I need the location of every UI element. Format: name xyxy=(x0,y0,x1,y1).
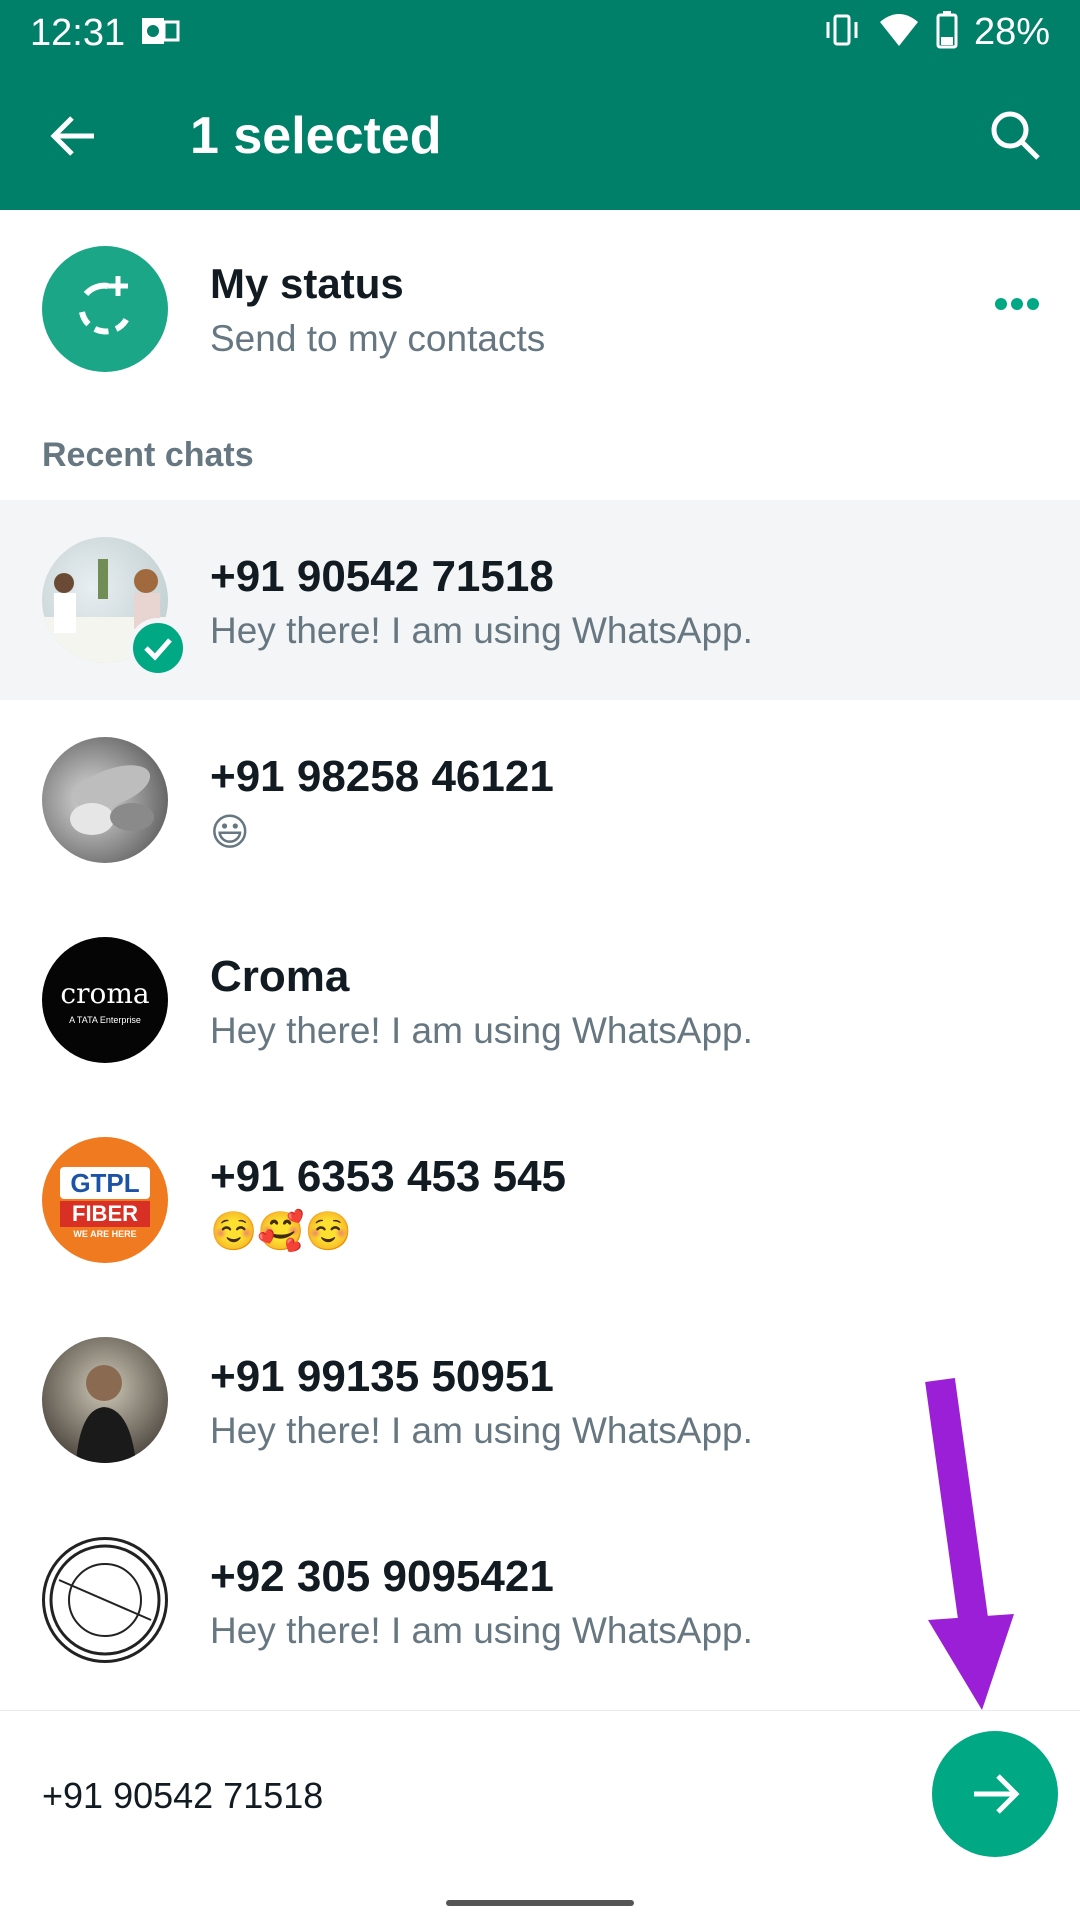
more-options-icon[interactable] xyxy=(994,296,1040,317)
annotation-arrow xyxy=(925,1377,1014,1710)
search-icon[interactable] xyxy=(988,108,1044,164)
qualitaet-stamp-logo xyxy=(42,1537,168,1663)
chat-name: +91 98258 46121 xyxy=(210,752,554,801)
status-bar: 12:31 28% xyxy=(0,0,1080,64)
croma-logo: croma A TATA Enterprise xyxy=(42,937,168,1063)
list-item[interactable]: croma A TATA Enterprise Croma Hey there!… xyxy=(0,900,1080,1100)
selected-contacts-bar: +91 90542 71518 xyxy=(0,1710,1080,1881)
outlook-icon xyxy=(140,14,180,53)
chat-message: Hey there! I am using WhatsApp. xyxy=(210,610,753,651)
chat-message: 😃 xyxy=(210,812,250,854)
chat-name: +91 6353 453 545 xyxy=(210,1152,567,1201)
list-item[interactable]: GTPL FIBER WE ARE HERE +91 6353 453 545 … xyxy=(0,1100,1080,1300)
my-status-title: My status xyxy=(210,260,404,307)
section-label-recent-chats: Recent chats xyxy=(42,436,254,474)
avatar xyxy=(42,1337,168,1463)
selected-check-icon xyxy=(128,618,188,678)
back-arrow-icon[interactable] xyxy=(46,108,102,164)
wifi-icon xyxy=(878,12,920,53)
my-status-subtitle: Send to my contacts xyxy=(210,318,546,359)
list-item[interactable]: +91 90542 71518 Hey there! I am using Wh… xyxy=(0,500,1080,700)
gtpl-logo: GTPL FIBER WE ARE HERE xyxy=(42,1137,168,1263)
battery-icon xyxy=(936,11,958,54)
my-status-row[interactable]: My status Send to my contacts xyxy=(0,210,1080,410)
chat-message: Hey there! I am using WhatsApp. xyxy=(210,1010,753,1051)
arrow-right-icon xyxy=(974,1774,1020,1814)
list-item[interactable]: +91 98258 46121 😃 xyxy=(0,700,1080,900)
selected-contacts-text: +91 90542 71518 xyxy=(42,1775,324,1816)
send-button[interactable] xyxy=(932,1731,1058,1857)
chat-message: Hey there! I am using WhatsApp. xyxy=(210,1410,753,1451)
page-title: 1 selected xyxy=(190,107,442,165)
status-time: 12:31 xyxy=(30,12,126,54)
chat-message: ☺️🥰☺️ xyxy=(210,1211,352,1253)
chat-name: Croma xyxy=(210,952,350,1001)
battery-percent: 28% xyxy=(973,11,1050,53)
avatar xyxy=(42,737,168,863)
chat-message: Hey there! I am using WhatsApp. xyxy=(210,1610,753,1651)
chat-name: +91 90542 71518 xyxy=(210,552,554,601)
app-bar: 1 selected xyxy=(0,64,1080,210)
chat-name: +91 99135 50951 xyxy=(210,1352,554,1401)
navigation-handle[interactable] xyxy=(446,1900,634,1906)
vibrate-icon xyxy=(822,10,862,55)
chat-name: +92 305 9095421 xyxy=(210,1552,554,1601)
status-add-icon xyxy=(42,246,168,372)
